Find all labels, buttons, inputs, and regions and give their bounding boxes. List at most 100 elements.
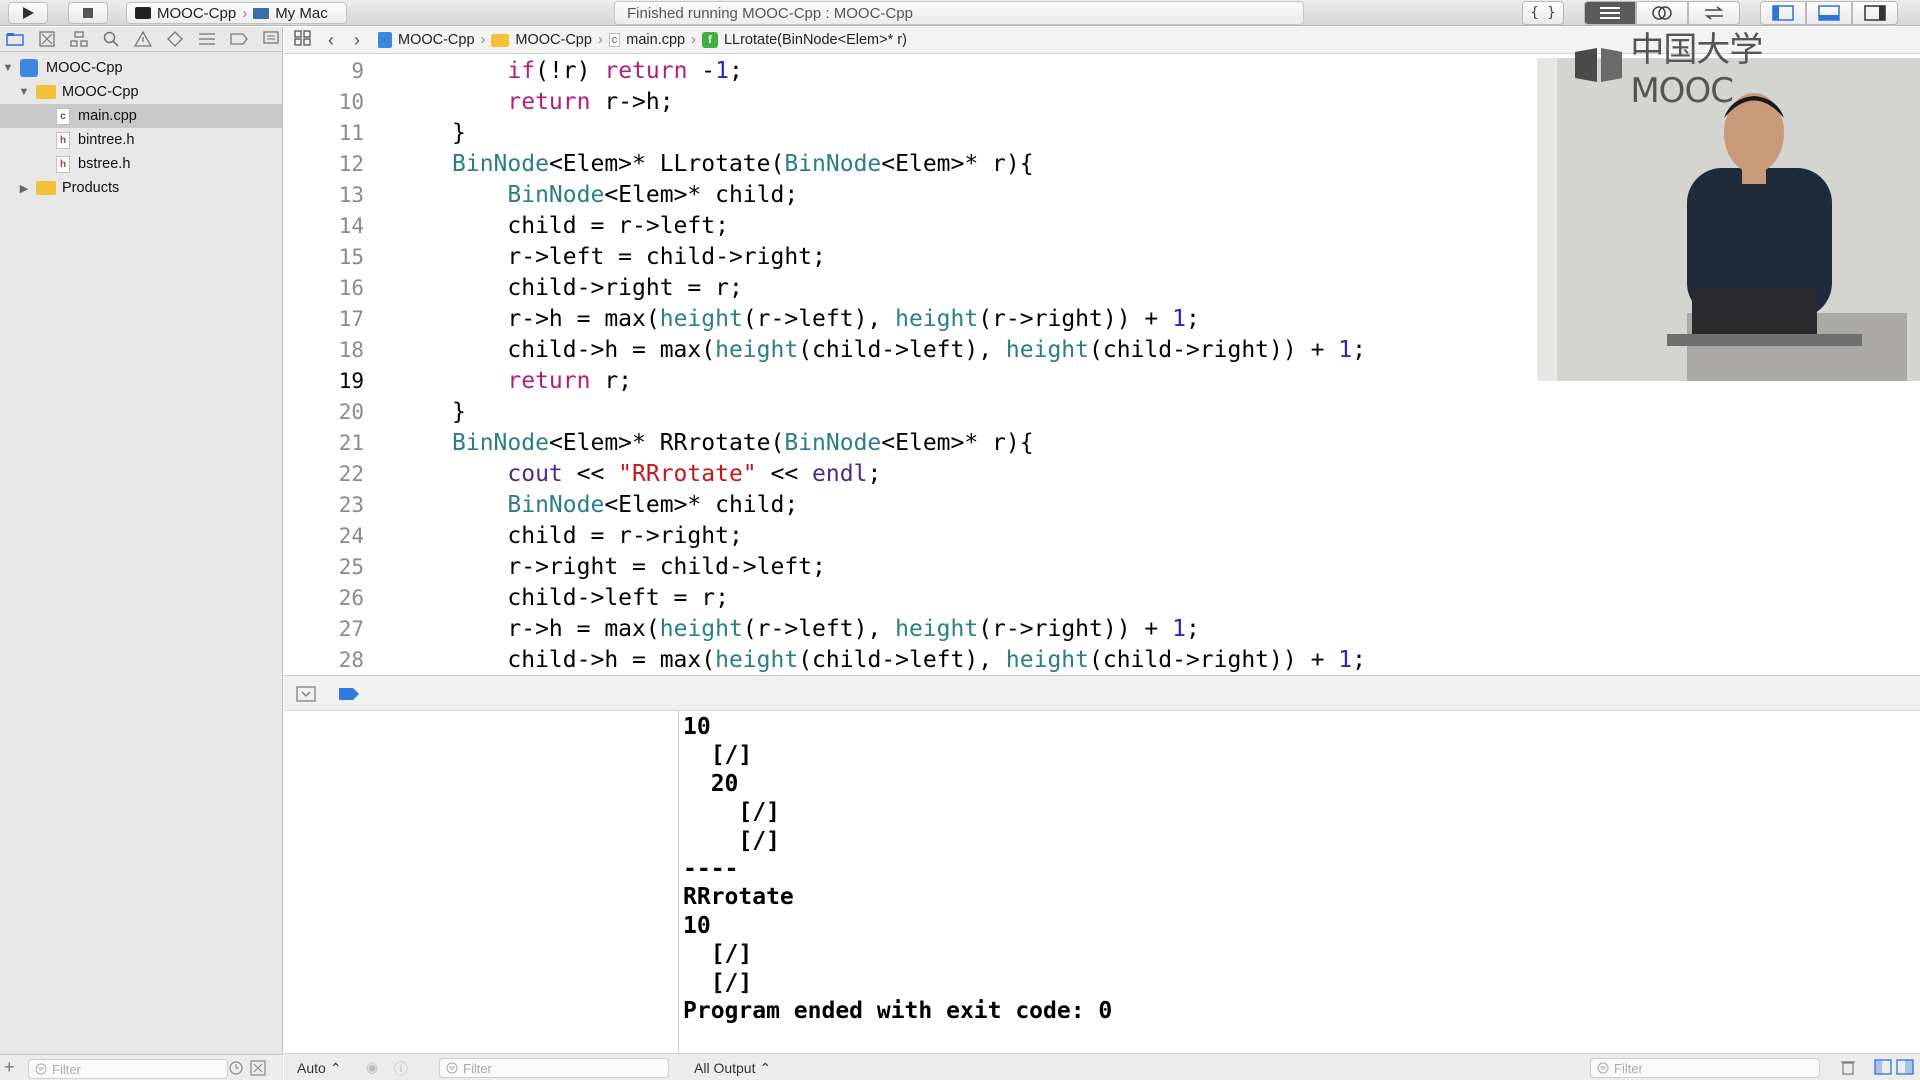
stop-button[interactable] (68, 2, 108, 24)
code-text: r->right = child->left; (452, 554, 826, 580)
jump-crumb-folder[interactable]: MOOC-Cpp (491, 32, 592, 48)
variables-mode-select[interactable]: Auto ⌃ (297, 1060, 341, 1077)
line-number[interactable]: 12 (284, 152, 364, 176)
console-line: Program ended with exit code: 0 (683, 998, 1113, 1024)
line-number[interactable]: 21 (284, 431, 364, 455)
scm-filter-icon[interactable] (250, 1060, 266, 1079)
right-panel-icon (1864, 5, 1886, 21)
tree-item-bstree-h[interactable]: h bstree.h (0, 152, 283, 176)
code-line[interactable]: 20} (284, 397, 466, 427)
tree-item-main-cpp[interactable]: c main.cpp (0, 104, 283, 128)
disclosure-expanded-icon[interactable]: ▼ (2, 62, 14, 74)
line-number[interactable]: 14 (284, 214, 364, 238)
tree-item-folder[interactable]: ▼ MOOC-Cpp (0, 80, 283, 104)
code-line[interactable]: 21 BinNode<Elem>* RRrotate(BinNode<Elem>*… (284, 428, 1034, 458)
jump-crumb-file[interactable]: c main.cpp (608, 32, 685, 48)
code-line[interactable]: 19 return r; (284, 366, 632, 396)
code-text: BinNode<Elem>* child; (507, 182, 799, 208)
breakpoint-icon[interactable] (227, 30, 250, 48)
tree-item-project[interactable]: ▼ MOOC-Cpp (0, 56, 283, 80)
standard-editor-button[interactable] (1584, 1, 1636, 25)
code-text: child->h = max(height(child->left), heig… (452, 337, 1366, 363)
forward-arrow-icon[interactable]: › (354, 30, 360, 51)
line-number[interactable]: 11 (284, 121, 364, 145)
disclosure-expanded-icon[interactable]: ▼ (18, 86, 30, 98)
code-line[interactable]: 14 child = r->left; (284, 211, 729, 241)
code-line[interactable]: 10 return r->h; (284, 87, 674, 117)
braces-button[interactable]: { } (1522, 1, 1564, 25)
code-line[interactable]: 16 child->right = r; (284, 273, 743, 303)
line-number[interactable]: 18 (284, 338, 364, 362)
line-number[interactable]: 10 (284, 90, 364, 114)
add-icon[interactable]: + (4, 1057, 15, 1078)
line-number[interactable]: 17 (284, 307, 364, 331)
mac-icon (253, 7, 270, 19)
test-diamond-icon[interactable] (163, 30, 186, 48)
chevron-right-icon: › (691, 32, 696, 48)
line-number[interactable]: 26 (284, 586, 364, 610)
tree-item-bintree-h[interactable]: h bintree.h (0, 128, 283, 152)
info-icon[interactable]: ⓘ (394, 1059, 408, 1079)
breakpoints-toggle-icon[interactable] (338, 687, 360, 706)
jump-crumb-project[interactable]: MOOC-Cpp (378, 32, 475, 48)
back-arrow-icon[interactable]: ‹ (328, 30, 334, 51)
code-line[interactable]: 27 r->h = max(height(r->left), height(r-… (284, 614, 1200, 644)
report-icon[interactable] (259, 30, 282, 48)
code-line[interactable]: 17 r->h = max(height(r->left), height(r-… (284, 304, 1200, 334)
line-number[interactable]: 22 (284, 462, 364, 486)
hide-debug-area-icon[interactable] (296, 686, 316, 707)
hierarchy-icon[interactable] (68, 30, 91, 48)
tree-item-products[interactable]: ▶ Products (0, 176, 283, 200)
code-line[interactable]: 28 child->h = max(height(child->left), h… (284, 645, 1366, 675)
warning-icon[interactable] (132, 30, 155, 48)
line-number[interactable]: 13 (284, 183, 364, 207)
code-line[interactable]: 24 child = r->right; (284, 521, 743, 551)
header-file-icon: h (56, 155, 70, 173)
line-number[interactable]: 25 (284, 555, 364, 579)
line-number[interactable]: 28 (284, 648, 364, 672)
code-line[interactable]: 23 BinNode<Elem>* child; (284, 490, 799, 520)
symbol-navigator-icon[interactable] (36, 30, 59, 48)
activity-status: Finished running MOOC-Cpp : MOOC-Cpp (614, 1, 1304, 25)
code-line[interactable]: 12 BinNode<Elem>* LLrotate(BinNode<Elem>*… (284, 149, 1034, 179)
disclosure-collapsed-icon[interactable]: ▶ (18, 182, 30, 195)
search-icon[interactable] (100, 30, 123, 48)
line-number[interactable]: 27 (284, 617, 364, 641)
code-line[interactable]: 13 BinNode<Elem>* child; (284, 180, 799, 210)
code-line[interactable]: 25 r->right = child->left; (284, 552, 826, 582)
line-number[interactable]: 20 (284, 400, 364, 424)
recent-files-icon[interactable] (228, 1060, 244, 1079)
line-number[interactable]: 9 (284, 59, 364, 83)
code-line[interactable]: 11} (284, 118, 466, 148)
folder-icon (36, 181, 56, 195)
split-right-icon[interactable] (1896, 1059, 1914, 1078)
trash-icon[interactable] (1840, 1059, 1856, 1078)
line-number[interactable]: 24 (284, 524, 364, 548)
code-text: return r; (507, 368, 633, 394)
split-left-icon[interactable] (1874, 1059, 1892, 1078)
variables-filter-input[interactable]: Filter (439, 1058, 669, 1078)
scheme-selector[interactable]: MOOC-Cpp › My Mac (126, 2, 347, 24)
line-number[interactable]: 23 (284, 493, 364, 517)
toggle-utilities-button[interactable] (1852, 1, 1898, 25)
code-line[interactable]: 22 cout << "RRrotate" << endl; (284, 459, 882, 489)
navigator-filter-input[interactable]: Filter (28, 1059, 228, 1079)
debug-list-icon[interactable] (195, 30, 218, 48)
code-line[interactable]: 9 if(!r) return -1; (284, 56, 743, 86)
code-line[interactable]: 18 child->h = max(height(child->left), h… (284, 335, 1366, 365)
debug-footer: Auto ⌃ ◉ ⓘ Filter All Output ⌃ Filter (284, 1053, 1920, 1080)
line-number[interactable]: 19 (284, 369, 364, 393)
console-filter-input[interactable]: Filter (1590, 1058, 1820, 1078)
code-line[interactable]: 15 r->left = child->right; (284, 242, 826, 272)
folder-icon[interactable] (4, 30, 27, 48)
run-button[interactable] (8, 2, 48, 24)
console-output[interactable]: 10 [/] 20 [/] [/] ---- RRrotate 10 [/] [/] P… (680, 711, 1920, 1053)
related-items-icon[interactable] (294, 30, 312, 50)
jump-crumb-function[interactable]: f LLrotate(BinNode<Elem>* r) (701, 32, 907, 48)
tree-item-label: bstree.h (78, 156, 131, 172)
line-number[interactable]: 16 (284, 276, 364, 300)
quick-look-icon[interactable]: ◉ (366, 1059, 378, 1076)
code-line[interactable]: 26 child->left = r; (284, 583, 729, 613)
line-number[interactable]: 15 (284, 245, 364, 269)
output-mode-select[interactable]: All Output ⌃ (694, 1060, 771, 1077)
